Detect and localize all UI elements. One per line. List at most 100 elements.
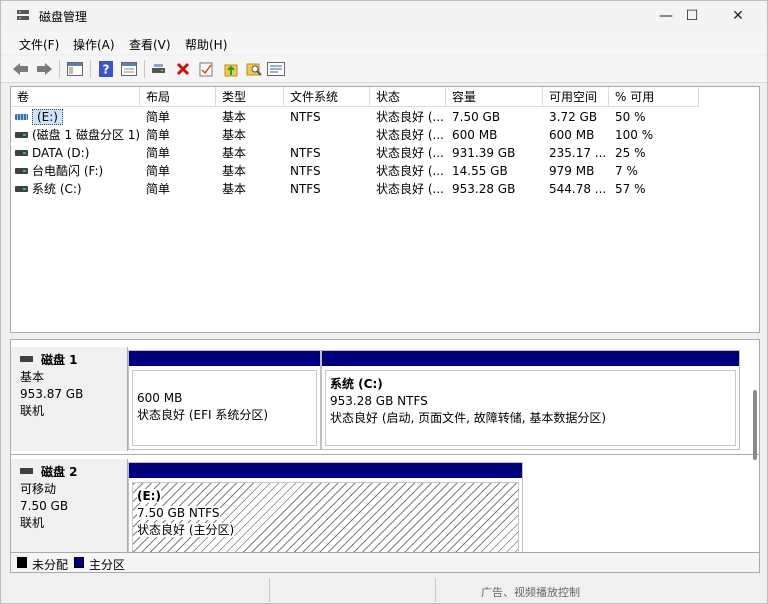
check-button[interactable] bbox=[196, 59, 216, 79]
drive-icon bbox=[15, 186, 28, 192]
table-row[interactable]: (E:) 简单 基本 NTFS 状态良好 (... 7.50 GB 3.72 GB 50 % bbox=[11, 108, 759, 126]
settings-list-button[interactable] bbox=[266, 59, 286, 79]
drive-icon bbox=[15, 132, 28, 138]
maximize-button[interactable]: ☐ bbox=[669, 1, 715, 31]
col-header-type[interactable]: 类型 bbox=[216, 87, 284, 107]
cell-status: 状态良好 (... bbox=[376, 110, 444, 124]
close-button[interactable]: ✕ bbox=[715, 1, 761, 31]
toolbar: ? bbox=[1, 56, 767, 83]
cell-fs bbox=[290, 126, 370, 144]
partition-header-bar bbox=[129, 463, 522, 478]
partition-body: 600 MB 状态良好 (EFI 系统分区) bbox=[132, 370, 317, 446]
cell-layout: 简单 bbox=[146, 146, 171, 160]
cell-status: 状态良好 (... bbox=[376, 182, 444, 196]
cell-free: 600 MB bbox=[549, 128, 595, 142]
disk-name: 磁盘 2 bbox=[41, 465, 78, 479]
partition-title: (E:) bbox=[137, 489, 161, 503]
delete-button[interactable] bbox=[173, 59, 193, 79]
menu-file[interactable]: 文件(F) bbox=[19, 36, 59, 53]
disk-icon bbox=[20, 467, 33, 474]
col-header-percent-free[interactable]: % 可用 bbox=[609, 87, 699, 107]
volume-name: 台电酷闪 (F:) bbox=[32, 164, 104, 178]
cell-pct: 57 % bbox=[615, 182, 646, 196]
disk-icon bbox=[20, 355, 33, 362]
col-header-free-space[interactable]: 可用空间 bbox=[543, 87, 609, 107]
menu-bar: 文件(F) 操作(A) 查看(V) 帮助(H) bbox=[1, 32, 767, 54]
table-row[interactable]: (磁盘 1 磁盘分区 1) 简单 基本 状态良好 (... 600 MB 600 MB 10… bbox=[11, 126, 759, 144]
cell-type: 基本 bbox=[222, 110, 247, 124]
back-button[interactable] bbox=[11, 59, 31, 79]
disk-2-label[interactable]: 磁盘 2 可移动 7.50 GB 联机 bbox=[11, 459, 128, 552]
properties-list-icon bbox=[121, 62, 137, 76]
title-bar[interactable]: 磁盘管理 — ☐ ✕ bbox=[1, 1, 767, 31]
table-row[interactable]: DATA (D:) 简单 基本 NTFS 状态良好 (... 931.39 GB 235.1… bbox=[11, 144, 759, 162]
menu-action[interactable]: 操作(A) bbox=[73, 36, 115, 53]
partition-size: 7.50 GB NTFS bbox=[137, 506, 220, 520]
properties-list-button[interactable] bbox=[119, 59, 139, 79]
cell-free: 979 MB bbox=[549, 164, 595, 178]
col-header-volume[interactable]: 卷 bbox=[11, 87, 140, 107]
window-title: 磁盘管理 bbox=[39, 10, 88, 24]
volume-name: (磁盘 1 磁盘分区 1) bbox=[32, 128, 139, 142]
legend-unallocated-swatch bbox=[17, 557, 27, 568]
cell-free: 544.78 ... bbox=[549, 182, 607, 196]
cell-pct: 50 % bbox=[615, 110, 646, 124]
search-folder-button[interactable] bbox=[244, 59, 264, 79]
disk-name: 磁盘 1 bbox=[41, 353, 78, 367]
partition-status: 状态良好 (EFI 系统分区) bbox=[137, 408, 269, 422]
partition-header-bar bbox=[129, 351, 320, 366]
col-header-layout[interactable]: 布局 bbox=[140, 87, 216, 107]
upload-folder-button[interactable] bbox=[221, 59, 241, 79]
cell-free: 235.17 ... bbox=[549, 146, 607, 160]
console-tree-icon bbox=[67, 62, 83, 76]
cell-volume: 台电酷闪 (F:) bbox=[11, 162, 139, 180]
col-header-filesystem[interactable]: 文件系统 bbox=[284, 87, 370, 107]
cell-capacity: 14.55 GB bbox=[452, 164, 508, 178]
upload-folder-icon bbox=[224, 64, 238, 77]
settings-list-icon bbox=[267, 62, 285, 76]
partition-system-c[interactable]: 系统 (C:) 953.28 GB NTFS 状态良好 (启动, 页面文件, 故… bbox=[321, 350, 740, 450]
partition-title: 系统 (C:) bbox=[330, 377, 383, 391]
table-row[interactable]: 台电酷闪 (F:) 简单 基本 NTFS 状态良好 (... 14.55 GB 979 MB… bbox=[11, 162, 759, 180]
disk-size: 7.50 GB bbox=[20, 499, 69, 513]
volume-name: 系统 (C:) bbox=[32, 182, 82, 196]
col-header-status[interactable]: 状态 bbox=[370, 87, 446, 107]
disk-1-label[interactable]: 磁盘 1 基本 953.87 GB 联机 bbox=[11, 347, 128, 451]
status-bar: 广告、视频播放控制 bbox=[1, 575, 767, 603]
close-icon: ✕ bbox=[732, 8, 744, 24]
delete-icon bbox=[176, 62, 190, 76]
help-icon: ? bbox=[99, 61, 113, 77]
partition-efi[interactable]: 600 MB 状态良好 (EFI 系统分区) bbox=[128, 350, 321, 450]
cell-layout: 简单 bbox=[146, 164, 171, 178]
partition-body: 系统 (C:) 953.28 GB NTFS 状态良好 (启动, 页面文件, 故… bbox=[325, 370, 736, 446]
col-header-capacity[interactable]: 容量 bbox=[446, 87, 543, 107]
volume-list-header: 卷 布局 类型 文件系统 状态 容量 可用空间 % 可用 bbox=[11, 87, 759, 107]
menu-help[interactable]: 帮助(H) bbox=[185, 36, 227, 53]
search-folder-icon bbox=[246, 63, 262, 76]
cell-fs: NTFS bbox=[290, 110, 321, 124]
cell-pct: 7 % bbox=[615, 164, 638, 178]
partition-e[interactable]: (E:) 7.50 GB NTFS 状态良好 (主分区) bbox=[128, 462, 523, 552]
cell-fs: NTFS bbox=[290, 182, 321, 196]
show-hide-console-tree-button[interactable] bbox=[65, 59, 85, 79]
cell-type: 基本 bbox=[222, 182, 247, 196]
forward-button[interactable] bbox=[34, 59, 54, 79]
menu-view[interactable]: 查看(V) bbox=[129, 36, 171, 53]
usb-drive-icon bbox=[15, 114, 28, 120]
disk-kind: 基本 bbox=[20, 370, 45, 384]
disk-map-scrollbar[interactable] bbox=[753, 390, 757, 460]
cell-capacity: 953.28 GB bbox=[452, 182, 516, 196]
table-row[interactable]: 系统 (C:) 简单 基本 NTFS 状态良好 (... 953.28 GB 544.78 … bbox=[11, 180, 759, 198]
drive-icon bbox=[15, 150, 28, 156]
partition-size: 600 MB bbox=[137, 391, 183, 405]
disk-state: 联机 bbox=[20, 404, 45, 418]
cell-type: 基本 bbox=[222, 164, 247, 178]
volume-name: DATA (D:) bbox=[32, 146, 90, 160]
cell-free: 3.72 GB bbox=[549, 110, 598, 124]
partition-size: 953.28 GB NTFS bbox=[330, 394, 428, 408]
connect-drive-button[interactable] bbox=[150, 59, 170, 79]
connect-drive-icon bbox=[152, 64, 165, 73]
help-button[interactable]: ? bbox=[96, 59, 116, 79]
legend-primary-label: 主分区 bbox=[89, 558, 126, 572]
cell-layout: 简单 bbox=[146, 182, 171, 196]
